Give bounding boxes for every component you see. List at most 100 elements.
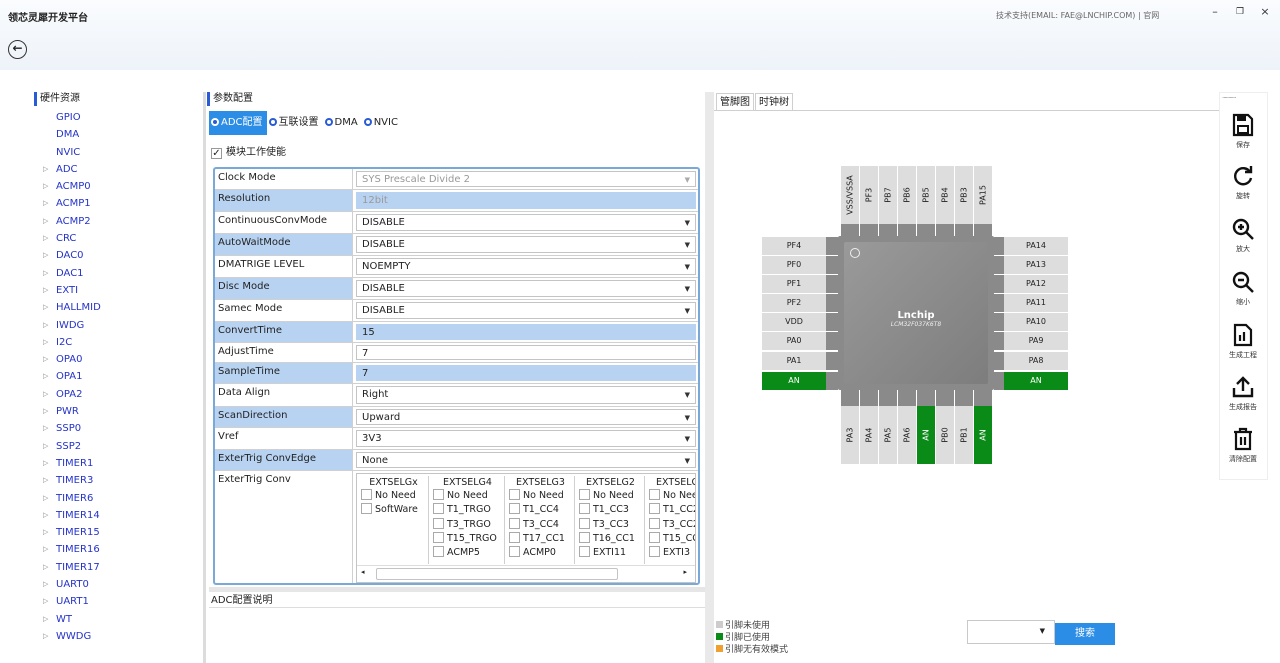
chip-pin[interactable]: PB1 <box>955 406 973 464</box>
checkbox-icon[interactable] <box>433 503 444 515</box>
scroll-thumb[interactable] <box>376 568 618 580</box>
exttrig-option[interactable]: T1_CC2 <box>647 503 695 517</box>
tree-item-nvic[interactable]: NVIC <box>34 144 194 161</box>
zoom-in-button[interactable]: 放大 <box>1220 216 1266 254</box>
property-value[interactable]: DISABLE ▼ <box>356 214 696 231</box>
minimize-button[interactable]: – <box>1206 4 1224 20</box>
expand-caret-icon[interactable]: ▷ <box>43 576 48 593</box>
exttrig-option[interactable]: T1_CC4 <box>507 503 574 517</box>
desc-splitter[interactable] <box>209 587 706 592</box>
property-value[interactable]: DISABLE ▼ <box>356 302 696 319</box>
tree-item-ssp0[interactable]: ▷ SSP0 <box>34 420 194 437</box>
chevron-down-icon[interactable]: ▼ <box>685 453 690 469</box>
exttrig-option[interactable]: SoftWare <box>359 503 428 517</box>
exttrig-option[interactable]: T15_CC1 <box>647 531 695 546</box>
module-enable-checkbox[interactable]: ✓ 模块工作使能 <box>211 143 286 159</box>
property-value[interactable]: Right ▼ <box>356 386 696 404</box>
tree-item-timer6[interactable]: ▷ TIMER6 <box>34 490 194 507</box>
expand-caret-icon[interactable]: ▷ <box>43 628 48 645</box>
tab-0[interactable]: ADC配置 <box>209 111 267 135</box>
checkbox-icon[interactable]: ✓ <box>211 148 222 159</box>
export-report-button[interactable]: 生成报告 <box>1220 374 1266 412</box>
chip-pin[interactable]: PA3 <box>841 406 859 464</box>
chip-pin[interactable]: PA4 <box>860 406 878 464</box>
chip-pin[interactable]: PA6 <box>898 406 916 464</box>
checkbox-icon[interactable] <box>579 503 590 515</box>
tree-item-acmp0[interactable]: ▷ ACMP0 <box>34 178 194 195</box>
panel-divider[interactable] <box>705 92 714 663</box>
search-button[interactable]: 搜索 <box>1055 623 1115 645</box>
tree-item-wwdg[interactable]: ▷ WWDG <box>34 628 194 645</box>
expand-caret-icon[interactable]: ▷ <box>43 438 48 455</box>
expand-caret-icon[interactable]: ▷ <box>43 611 48 628</box>
chevron-down-icon[interactable]: ▼ <box>685 237 690 253</box>
checkbox-icon[interactable] <box>509 489 520 500</box>
expand-caret-icon[interactable]: ▷ <box>43 299 48 316</box>
tree-item-crc[interactable]: ▷ CRC <box>34 230 194 247</box>
exttrig-option[interactable]: No Need <box>507 489 574 503</box>
chip-pin[interactable]: PA13 <box>1004 256 1068 274</box>
chip-pin[interactable]: PA14 <box>1004 237 1068 255</box>
checkbox-icon[interactable] <box>579 489 590 500</box>
chip-pin[interactable]: PB6 <box>898 166 916 224</box>
tree-item-opa0[interactable]: ▷ OPA0 <box>34 351 194 368</box>
tree-item-timer17[interactable]: ▷ TIMER17 <box>34 559 194 576</box>
exttrig-option[interactable]: No Need <box>647 489 695 503</box>
chip-pin[interactable]: VDD <box>762 313 826 331</box>
chip-pin[interactable]: PB4 <box>936 166 954 224</box>
chip-pin[interactable]: PF2 <box>762 294 826 312</box>
expand-caret-icon[interactable]: ▷ <box>43 230 48 247</box>
tab-2[interactable]: DMA <box>323 111 362 135</box>
tree-item-pwr[interactable]: ▷ PWR <box>34 403 194 420</box>
checkbox-icon[interactable] <box>649 531 660 543</box>
chip-pin[interactable]: PA9 <box>1004 332 1068 350</box>
property-value[interactable]: NOEMPTY ▼ <box>356 258 696 275</box>
chevron-down-icon[interactable]: ▼ <box>685 259 690 275</box>
tree-item-acmp1[interactable]: ▷ ACMP1 <box>34 195 194 212</box>
chip-pin[interactable]: AN <box>762 372 826 390</box>
checkbox-icon[interactable] <box>433 531 444 543</box>
tree-item-gpio[interactable]: GPIO <box>34 109 194 126</box>
exttrig-option[interactable]: No Need <box>577 489 644 503</box>
tree-divider[interactable] <box>203 92 206 663</box>
tree-item-timer14[interactable]: ▷ TIMER14 <box>34 507 194 524</box>
tree-item-uart0[interactable]: ▷ UART0 <box>34 576 194 593</box>
checkbox-icon[interactable] <box>579 517 590 529</box>
exttrig-option[interactable]: T17_CC1 <box>507 531 574 546</box>
property-value[interactable]: Upward ▼ <box>356 409 696 425</box>
chip-pin[interactable]: PB5 <box>917 166 935 224</box>
expand-caret-icon[interactable]: ▷ <box>43 593 48 610</box>
chip-pin[interactable]: PF0 <box>762 256 826 274</box>
tree-item-timer16[interactable]: ▷ TIMER16 <box>34 541 194 558</box>
chip-pin[interactable]: AN <box>917 406 935 464</box>
exttrig-option[interactable]: T3_CC3 <box>577 517 644 532</box>
property-value[interactable]: DISABLE ▼ <box>356 280 696 297</box>
exttrig-option[interactable]: EXTI11 <box>577 546 644 560</box>
exttrig-option[interactable]: T3_CC2 <box>647 517 695 532</box>
tree-item-adc[interactable]: ▷ ADC <box>34 161 194 178</box>
chip-pin[interactable]: PB0 <box>936 406 954 464</box>
exttrig-option[interactable]: T3_TRGO <box>431 517 504 532</box>
expand-caret-icon[interactable]: ▷ <box>43 455 48 472</box>
view-tab-0[interactable]: 管脚图 <box>716 93 754 111</box>
pin-search-select[interactable]: ▼ <box>967 620 1055 644</box>
chevron-down-icon[interactable]: ▼ <box>685 215 690 231</box>
checkbox-icon[interactable] <box>649 489 660 500</box>
expand-caret-icon[interactable]: ▷ <box>43 386 48 403</box>
property-value[interactable]: 3V3 ▼ <box>356 430 696 447</box>
exttrig-option[interactable]: EXTI3 <box>647 546 695 560</box>
expand-caret-icon[interactable]: ▷ <box>43 317 48 334</box>
chip-pin[interactable]: AN <box>974 406 992 464</box>
chip-pin[interactable]: PA8 <box>1004 352 1068 370</box>
tab-1[interactable]: 互联设置 <box>267 111 323 135</box>
expand-caret-icon[interactable]: ▷ <box>43 472 48 489</box>
chip-pin[interactable]: PA10 <box>1004 313 1068 331</box>
chip-pin[interactable]: PF4 <box>762 237 826 255</box>
exttrig-option[interactable]: No Need <box>359 489 428 503</box>
tree-item-i2c[interactable]: ▷ I2C <box>34 334 194 351</box>
checkbox-icon[interactable] <box>579 531 590 543</box>
checkbox-icon[interactable] <box>361 489 372 500</box>
checkbox-icon[interactable] <box>433 517 444 529</box>
expand-caret-icon[interactable]: ▷ <box>43 490 48 507</box>
expand-caret-icon[interactable]: ▷ <box>43 507 48 524</box>
